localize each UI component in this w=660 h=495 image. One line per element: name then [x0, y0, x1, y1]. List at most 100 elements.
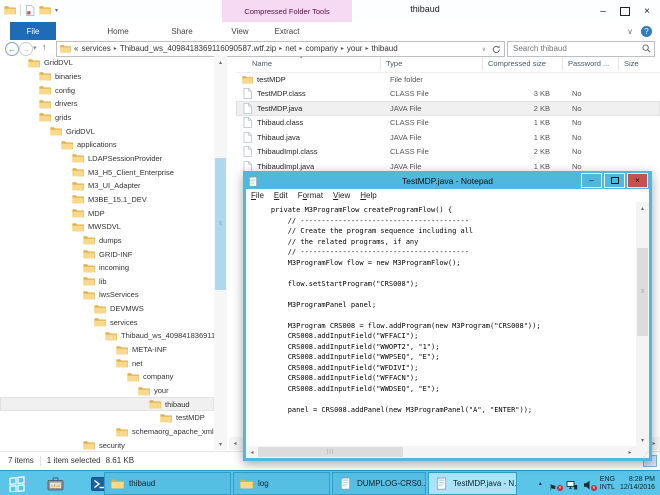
tree-item-lib[interactable]: lib: [0, 275, 214, 289]
scroll-up-icon[interactable]: ▴: [214, 56, 227, 68]
start-button[interactable]: [0, 471, 34, 495]
ribbon-collapse-icon[interactable]: ∨: [627, 27, 633, 36]
tree-item-griddvl[interactable]: GridDVL: [0, 56, 214, 70]
tab-home[interactable]: Home: [100, 22, 136, 40]
table-row[interactable]: ThibaudImpl.classCLASS File2 KBNo: [236, 145, 660, 160]
tree-item-ldapsessionprovider[interactable]: LDAPSessionProvider: [0, 152, 214, 166]
scroll-left-icon[interactable]: ◂: [246, 446, 258, 458]
tree-item-m3-h5-client-enterprise[interactable]: M3_H5_Client_Enterprise: [0, 165, 214, 179]
breadcrumb-segment[interactable]: your: [347, 44, 363, 53]
action-center-flag-icon[interactable]: ⚑×: [549, 478, 561, 490]
breadcrumb-segment[interactable]: services: [81, 44, 110, 53]
tree-scrollbar[interactable]: ▴ ≡ ▾: [214, 56, 227, 450]
scroll-down-icon[interactable]: ▾: [214, 438, 227, 450]
close-button[interactable]: ×: [636, 0, 658, 22]
new-folder-icon[interactable]: [39, 5, 51, 15]
forward-button[interactable]: →: [19, 42, 33, 56]
tab-extract[interactable]: Extract: [262, 22, 312, 40]
qat-dropdown-icon[interactable]: ▾: [55, 7, 58, 14]
tree-item-mdp[interactable]: MDP: [0, 206, 214, 220]
menu-file[interactable]: File: [246, 191, 269, 200]
notepad-close-button[interactable]: ×: [627, 173, 648, 188]
tree-item-devmws[interactable]: DEVMWS: [0, 302, 214, 316]
notepad-hscroll-thumb[interactable]: |||: [258, 447, 403, 457]
help-icon[interactable]: ?: [641, 26, 652, 37]
address-dropdown-icon[interactable]: ∨: [482, 46, 486, 53]
tree-item-drivers[interactable]: drivers: [0, 97, 214, 111]
column-header-compressed-size[interactable]: Compressed size: [488, 59, 546, 68]
back-button[interactable]: ←: [5, 42, 19, 56]
tree-item-company[interactable]: company: [0, 370, 214, 384]
notepad-text-area[interactable]: private M3ProgramFlow createProgramFlow(…: [246, 202, 636, 446]
breadcrumb-segment[interactable]: Thibaud_ws_4098418369116090587.wtf.zip: [120, 44, 276, 53]
menu-help[interactable]: Help: [355, 191, 381, 200]
notepad-vscroll-thumb[interactable]: ≡: [637, 248, 648, 336]
tab-view[interactable]: View: [224, 22, 256, 40]
column-header-type[interactable]: Type: [386, 59, 402, 68]
tree-item-services[interactable]: services: [0, 315, 214, 329]
network-icon[interactable]: [566, 478, 578, 490]
tree-item-schemaorg-apache-xmlbeans[interactable]: schemaorg_apache_xmlbeans: [0, 425, 214, 439]
breadcrumb-segment[interactable]: net: [285, 44, 296, 53]
taskbar-button-thibaud[interactable]: thibaud: [104, 472, 231, 495]
tree-item-m3be-15-1-dev[interactable]: M3BE_15.1_DEV: [0, 193, 214, 207]
tree-item-binaries[interactable]: binaries: [0, 70, 214, 84]
notepad-titlebar[interactable]: TestMDP.java - Notepad – ×: [246, 173, 649, 189]
breadcrumb[interactable]: « services▸ Thibaud_ws_40984183691160905…: [56, 41, 505, 57]
table-row[interactable]: TestMDP.javaJAVA File2 KBNo: [236, 101, 660, 116]
recent-locations-icon[interactable]: ▾: [33, 44, 37, 52]
scroll-left-icon[interactable]: ◂: [229, 437, 241, 449]
notepad-minimize-button[interactable]: –: [581, 173, 602, 188]
notepad-vertical-scrollbar[interactable]: ▴ ≡ ▾: [636, 202, 649, 446]
menu-view[interactable]: View: [328, 191, 355, 200]
tree-item-testmdp[interactable]: testMDP: [0, 411, 214, 425]
minimize-button[interactable]: –: [592, 0, 614, 22]
tree-item-grids[interactable]: grids: [0, 111, 214, 125]
clock[interactable]: 8:28 PM 12/14/2016: [620, 476, 655, 492]
tree-item-m3-ui-adapter[interactable]: M3_UI_Adapter: [0, 179, 214, 193]
tree-item-net[interactable]: net: [0, 356, 214, 370]
volume-muted-icon[interactable]: ×: [583, 478, 595, 490]
table-row[interactable]: Thibaud.classCLASS File1 KBNo: [236, 116, 660, 131]
table-row[interactable]: testMDPFile folder: [236, 72, 660, 87]
tree-item-security[interactable]: security: [0, 438, 214, 451]
menu-edit[interactable]: Edit: [269, 191, 293, 200]
column-header-size[interactable]: Size: [624, 59, 639, 68]
taskbar-button-log[interactable]: log: [233, 472, 330, 495]
tree-item-mwsdvl[interactable]: MWSDVL: [0, 220, 214, 234]
taskbar-button-dumplog-crs0-[interactable]: DUMPLOG-CRS0...: [332, 472, 426, 495]
tree-item-applications[interactable]: applications: [0, 138, 214, 152]
search-input[interactable]: [511, 42, 641, 56]
tree-item-lwsservices[interactable]: lwsServices: [0, 288, 214, 302]
refresh-icon[interactable]: [492, 45, 501, 54]
server-manager-icon[interactable]: [40, 471, 70, 495]
show-hidden-icons-chevron[interactable]: ▴: [539, 480, 542, 487]
maximize-button[interactable]: [614, 0, 636, 22]
breadcrumb-collapsed[interactable]: «: [74, 44, 81, 53]
column-header-name[interactable]: Name: [252, 59, 272, 68]
taskbar-button-testmdp-java-n-[interactable]: TestMDP.java - N...: [428, 472, 517, 495]
tree-item-your[interactable]: your: [0, 384, 214, 398]
scroll-right-icon[interactable]: ▸: [624, 446, 636, 458]
tree-item-meta-inf[interactable]: META-INF: [0, 343, 214, 357]
scroll-down-icon[interactable]: ▾: [636, 434, 649, 446]
up-button[interactable]: ↑: [42, 42, 47, 52]
tree-item-config[interactable]: config: [0, 83, 214, 97]
scroll-up-icon[interactable]: ▴: [636, 202, 649, 214]
table-row[interactable]: TestMDP.classCLASS File3 KBNo: [236, 87, 660, 102]
resize-grip[interactable]: ⋰: [636, 446, 649, 458]
notepad-horizontal-scrollbar[interactable]: ◂ ||| ▸: [246, 446, 636, 458]
tree-item-griddvl[interactable]: GridDVL: [0, 124, 214, 138]
notepad-maximize-button[interactable]: [604, 173, 625, 188]
breadcrumb-segment[interactable]: company: [305, 44, 337, 53]
menu-format[interactable]: Format: [293, 191, 328, 200]
breadcrumb-segment[interactable]: thibaud: [371, 44, 397, 53]
tree-item-thibaud-ws-4098418369116090587-wtf-zip[interactable]: Thibaud_ws_4098418369116090587.wtf.zip: [0, 329, 214, 343]
table-row[interactable]: Thibaud.javaJAVA File1 KBNo: [236, 130, 660, 145]
language-indicator[interactable]: ENG INTL: [600, 476, 615, 492]
tree-scrollbar-thumb[interactable]: ≡: [215, 158, 226, 290]
column-header-password[interactable]: Password ...: [568, 59, 609, 68]
tree-item-grid-inf[interactable]: GRID-INF: [0, 247, 214, 261]
properties-icon[interactable]: [25, 5, 35, 16]
tab-share[interactable]: Share: [163, 22, 201, 40]
